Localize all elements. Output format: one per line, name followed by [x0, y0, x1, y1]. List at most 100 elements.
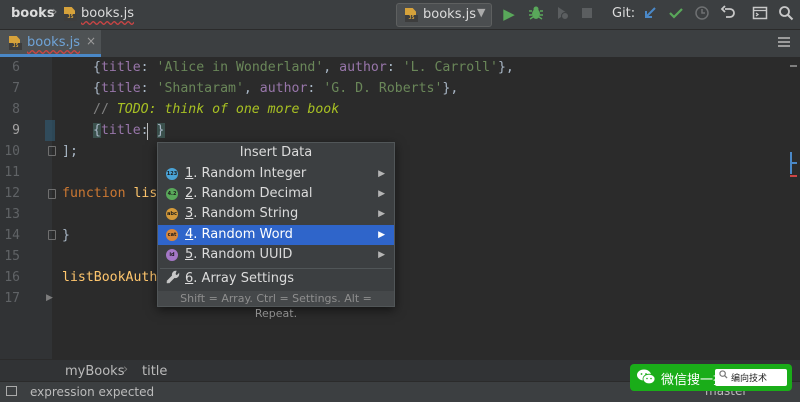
submenu-arrow-icon: ▶ — [378, 169, 385, 179]
fold-marker-icon[interactable] — [48, 146, 56, 156]
wechat-search-text: 编向技术 — [731, 374, 768, 384]
menu-item-random-string[interactable]: abc 3. Random String ▶ — [158, 204, 394, 224]
menu-item-random-word[interactable]: cat 4. Random Word ▶ — [158, 225, 394, 245]
submenu-arrow-icon: ▶ — [378, 209, 385, 219]
line-number: 12 — [4, 186, 20, 201]
string-badge-icon: abc — [166, 208, 178, 220]
undo-icon[interactable] — [719, 5, 737, 23]
run-configuration-label: books.js — [423, 7, 476, 22]
breadcrumb-item[interactable]: title — [142, 364, 167, 379]
clock-icon[interactable] — [693, 5, 711, 23]
code-line-current: 9 {title: } — [0, 120, 800, 141]
run-configuration-select[interactable]: JS books.js ▼ — [396, 3, 492, 27]
stop-icon[interactable] — [578, 5, 596, 23]
line-number: 10 — [4, 144, 20, 159]
menu-item-array-settings[interactable]: 6. Array Settings — [158, 269, 394, 289]
menu-item-label: 6. Array Settings — [185, 271, 295, 286]
scroll-marker[interactable] — [790, 65, 797, 67]
submenu-arrow-icon: ▶ — [378, 189, 385, 199]
menu-item-random-uuid[interactable]: id 5. Random UUID ▶ — [158, 245, 394, 265]
line-number: 6 — [12, 60, 20, 75]
play-icon[interactable]: ▶ — [500, 5, 518, 23]
breadcrumb-separator-icon: › — [52, 4, 58, 20]
code-line: 13 — [0, 204, 800, 225]
tool-window-toggle-icon[interactable] — [6, 386, 17, 396]
search-icon — [719, 370, 728, 382]
code-line: 6 {title: 'Alice in Wonderland', author:… — [0, 57, 800, 78]
code-line: 11 — [0, 162, 800, 183]
code-text: listBookAuth — [62, 270, 158, 285]
breadcrumb-separator-icon: › — [123, 362, 129, 377]
coverage-icon[interactable] — [553, 5, 571, 23]
code-editor[interactable]: 6 {title: 'Alice in Wonderland', author:… — [0, 57, 800, 359]
code-text: ]; — [62, 144, 78, 159]
text-caret — [147, 123, 148, 140]
tab-label: books.js — [27, 35, 80, 50]
menu-item-label: 2. Random Decimal — [185, 186, 313, 201]
code-text: {title: 'Alice in Wonderland', author: '… — [93, 60, 514, 75]
fold-marker-icon[interactable] — [48, 230, 56, 240]
menu-item-label: 5. Random UUID — [185, 247, 293, 262]
error-stripe-marker[interactable] — [790, 175, 797, 177]
menu-item-random-integer[interactable]: 123 1. Random Integer ▶ — [158, 164, 394, 184]
wechat-search-box: 编向技术 — [715, 369, 787, 386]
window-icon[interactable] — [751, 5, 769, 23]
wechat-logo-icon — [636, 368, 656, 386]
line-number: 15 — [4, 249, 20, 264]
more-tabs-icon[interactable] — [778, 36, 790, 50]
popup-hint: Shift = Array. Ctrl = Settings. Alt = Re… — [158, 291, 394, 320]
decimal-badge-icon: 4.2 — [166, 188, 178, 200]
tab-books-js[interactable]: JS books.js × — [0, 30, 101, 57]
code-line: 17 ▶ — [0, 288, 800, 309]
bug-icon[interactable] — [527, 5, 545, 23]
breadcrumb-item[interactable]: myBooks — [65, 364, 124, 379]
editor-tab-bar: JS books.js × — [0, 30, 800, 58]
line-number: 8 — [12, 102, 20, 117]
popup-title: Insert Data — [239, 145, 313, 160]
checkmark-icon[interactable] — [667, 5, 685, 23]
fold-marker-icon[interactable] — [48, 189, 56, 199]
submenu-arrow-icon: ▶ — [378, 230, 385, 240]
code-line: 14 } — [0, 225, 800, 246]
line-number: 13 — [4, 207, 20, 222]
line-number: 17 — [4, 291, 20, 306]
line-number: 9 — [12, 123, 20, 138]
code-text: {title: } — [93, 123, 165, 138]
word-badge-icon: cat — [166, 229, 178, 241]
status-message: expression expected — [30, 385, 155, 399]
code-line: 8 // TODO: think of one more book — [0, 99, 800, 120]
line-number: 14 — [4, 228, 20, 243]
todo-comment: // TODO: think of one more book — [93, 102, 340, 117]
project-name[interactable]: books — [11, 6, 55, 21]
submenu-arrow-icon: ▶ — [378, 250, 385, 260]
code-text: {title: 'Shantaram', author: 'G. D. Robe… — [93, 81, 459, 96]
js-file-icon: JS — [405, 8, 418, 22]
magnifier-icon[interactable] — [777, 5, 795, 23]
code-text: function lis — [62, 186, 158, 201]
menu-item-random-decimal[interactable]: 4.2 2. Random Decimal ▶ — [158, 184, 394, 204]
code-text: } — [62, 228, 70, 243]
menu-item-label: 1. Random Integer — [185, 166, 307, 181]
js-file-icon: JS — [9, 36, 22, 50]
code-line: 16 listBookAuth — [0, 267, 800, 288]
menu-item-label: 3. Random String — [185, 206, 299, 221]
close-icon[interactable]: × — [86, 34, 96, 48]
integer-badge-icon: 123 — [166, 168, 178, 180]
line-number: 16 — [4, 270, 20, 285]
breadcrumb-file[interactable]: books.js — [81, 6, 134, 21]
arrow-down-left-icon[interactable] — [641, 5, 659, 23]
scroll-marker[interactable] — [790, 162, 797, 164]
navigation-bar: books › JS books.js JS books.js ▼ ▶ Git: — [0, 0, 800, 30]
uuid-badge-icon: id — [166, 249, 178, 261]
line-number: 7 — [12, 81, 20, 96]
insert-data-popup: Insert Data 123 1. Random Integer ▶ 4.2 … — [157, 142, 395, 320]
code-line: 12 function lis — [0, 183, 800, 204]
run-gutter-icon[interactable]: ▶ — [46, 293, 53, 303]
menu-item-label: 4. Random Word — [185, 227, 293, 242]
line-number: 11 — [4, 165, 20, 180]
wechat-search-watermark: 微信搜一搜 编向技术 — [630, 364, 792, 391]
wrench-icon — [165, 270, 180, 289]
git-label: Git: — [612, 6, 636, 21]
chevron-down-icon: ▼ — [477, 6, 486, 19]
code-line: 10 ]; — [0, 141, 800, 162]
